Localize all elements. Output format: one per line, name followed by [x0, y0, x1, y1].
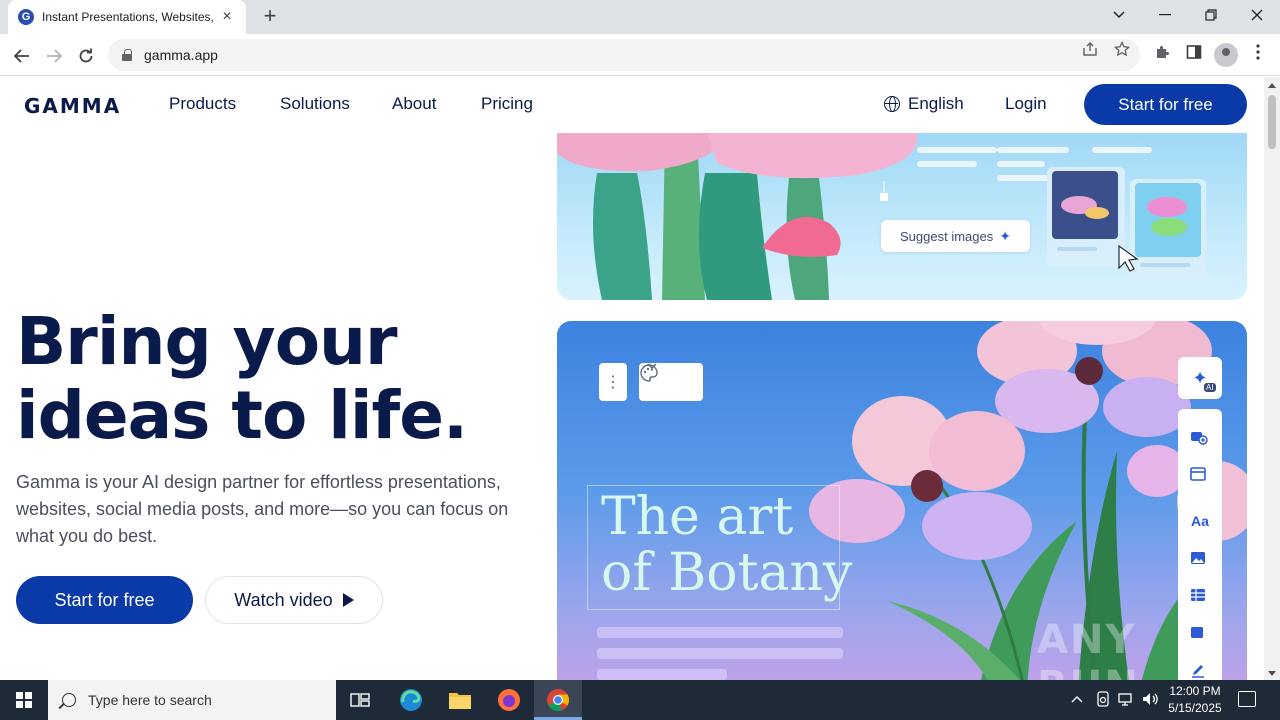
restore-icon[interactable]: [1188, 0, 1234, 30]
task-view-icon[interactable]: [346, 686, 374, 714]
bookmark-star-icon[interactable]: [1112, 40, 1132, 61]
network-icon[interactable]: [1118, 691, 1136, 710]
tray-device-icon[interactable]: [1096, 691, 1110, 710]
placeholder-text-line: [597, 627, 843, 638]
gamma-logo[interactable]: GAMMA: [24, 94, 121, 118]
browser-tabstrip: G Instant Presentations, Websites, × +: [0, 0, 1280, 34]
language-selector[interactable]: English: [884, 94, 964, 114]
tab-search-chevron-icon[interactable]: [1096, 0, 1142, 30]
anyrun-watermark: ANY RUN: [1037, 617, 1138, 680]
clock-date: 5/15/2025: [1168, 701, 1222, 715]
language-label: English: [908, 94, 964, 113]
ai-tag: AI: [1204, 383, 1216, 392]
system-clock[interactable]: 12:00 PM 5/15/2025: [1162, 683, 1228, 717]
nav-products[interactable]: Products: [169, 94, 236, 114]
hero-title: Bring your ideas to life.: [16, 305, 536, 453]
suggest-images-label: Suggest images: [900, 228, 994, 244]
ai-sparkle-button[interactable]: ✦ AI: [1178, 357, 1222, 399]
close-tab-icon[interactable]: ×: [218, 8, 236, 26]
layout-icon[interactable]: [1190, 467, 1210, 487]
placeholder-text-line: [597, 648, 843, 659]
page-viewport: GAMMA Products Solutions About Pricing E…: [0, 77, 1264, 680]
start-for-free-button[interactable]: Start for free: [16, 576, 193, 624]
forward-arrow-icon[interactable]: [40, 42, 68, 70]
globe-icon: [884, 96, 900, 112]
share-icon[interactable]: [1080, 41, 1100, 61]
start-for-free-header-button[interactable]: Start for free: [1084, 84, 1247, 125]
address-bar[interactable]: gamma.app: [108, 39, 1140, 71]
card-kebab-menu-icon[interactable]: ⋮: [599, 363, 627, 401]
mushroom-illustration: [557, 133, 1206, 300]
profile-avatar-icon[interactable]: [1214, 43, 1238, 67]
botany-title-line1: The art: [601, 487, 794, 547]
firefox-icon[interactable]: [495, 686, 523, 714]
url-text: gamma.app: [144, 47, 218, 63]
nav-about[interactable]: About: [392, 94, 436, 114]
scroll-down-arrow-icon[interactable]: [1268, 671, 1276, 676]
start-button[interactable]: [0, 680, 48, 720]
showcase-card-images: Suggest images ✦: [557, 133, 1247, 300]
suggest-images-button[interactable]: Suggest images ✦: [881, 220, 1030, 252]
windows-taskbar: Type here to search 12:00 PM 5/15/2025: [0, 680, 1280, 720]
taskbar-search[interactable]: Type here to search: [48, 680, 336, 720]
watch-video-button[interactable]: Watch video: [205, 576, 383, 624]
theme-palette-dropdown[interactable]: [639, 363, 703, 401]
notifications-icon[interactable]: [1238, 691, 1256, 707]
tab-title: Instant Presentations, Websites,: [42, 10, 214, 24]
watch-video-label: Watch video: [234, 589, 333, 610]
minimize-icon[interactable]: [1142, 0, 1188, 30]
menu-kebab-icon[interactable]: [1247, 44, 1269, 66]
nav-solutions[interactable]: Solutions: [280, 94, 350, 114]
side-panel-icon[interactable]: [1183, 44, 1205, 66]
gamma-favicon-icon: G: [18, 9, 34, 25]
play-icon: [342, 593, 354, 607]
windows-logo-icon: [16, 692, 32, 708]
extensions-puzzle-icon[interactable]: [1151, 44, 1173, 66]
clock-time: 12:00 PM: [1169, 684, 1221, 698]
showcase-card-botany: ⋮ The art of Botany ✦ AI Aa ANY: [557, 321, 1247, 680]
page-scrollbar[interactable]: [1264, 77, 1280, 680]
cards-add-icon[interactable]: [1190, 429, 1210, 449]
close-window-icon[interactable]: [1234, 0, 1280, 30]
edge-browser-icon[interactable]: [397, 686, 425, 714]
chrome-icon[interactable]: [544, 686, 572, 714]
placeholder-text-line: [597, 669, 727, 680]
botany-title-line2: of Botany: [601, 543, 853, 603]
file-explorer-icon[interactable]: [446, 686, 474, 714]
browser-tab[interactable]: G Instant Presentations, Websites, ×: [8, 0, 246, 34]
tray-chevron-up-icon[interactable]: [1071, 691, 1083, 706]
sparkle-icon: ✦: [999, 227, 1011, 244]
lock-icon[interactable]: [122, 49, 134, 61]
hero-title-line1: Bring your: [16, 303, 398, 380]
volume-icon[interactable]: [1142, 691, 1160, 710]
scroll-thumb[interactable]: [1268, 95, 1276, 149]
search-icon: [62, 693, 76, 707]
botany-title[interactable]: The art of Botany: [601, 489, 901, 601]
taskbar-search-placeholder: Type here to search: [88, 692, 212, 708]
nav-pricing[interactable]: Pricing: [481, 94, 533, 114]
new-tab-icon[interactable]: +: [258, 5, 282, 29]
table-icon[interactable]: [1190, 588, 1210, 608]
image-icon[interactable]: [1190, 551, 1210, 571]
scroll-up-arrow-icon[interactable]: [1268, 83, 1276, 88]
hero-title-line2: ideas to life.: [16, 377, 468, 454]
chevron-down-icon: [647, 363, 657, 369]
text-style-icon[interactable]: Aa: [1190, 513, 1210, 533]
login-link[interactable]: Login: [1005, 94, 1047, 114]
back-arrow-icon[interactable]: [8, 42, 36, 70]
hero-subtitle: Gamma is your AI design partner for effo…: [16, 472, 509, 546]
reload-icon[interactable]: [72, 42, 100, 70]
browser-toolbar: gamma.app: [0, 34, 1280, 76]
